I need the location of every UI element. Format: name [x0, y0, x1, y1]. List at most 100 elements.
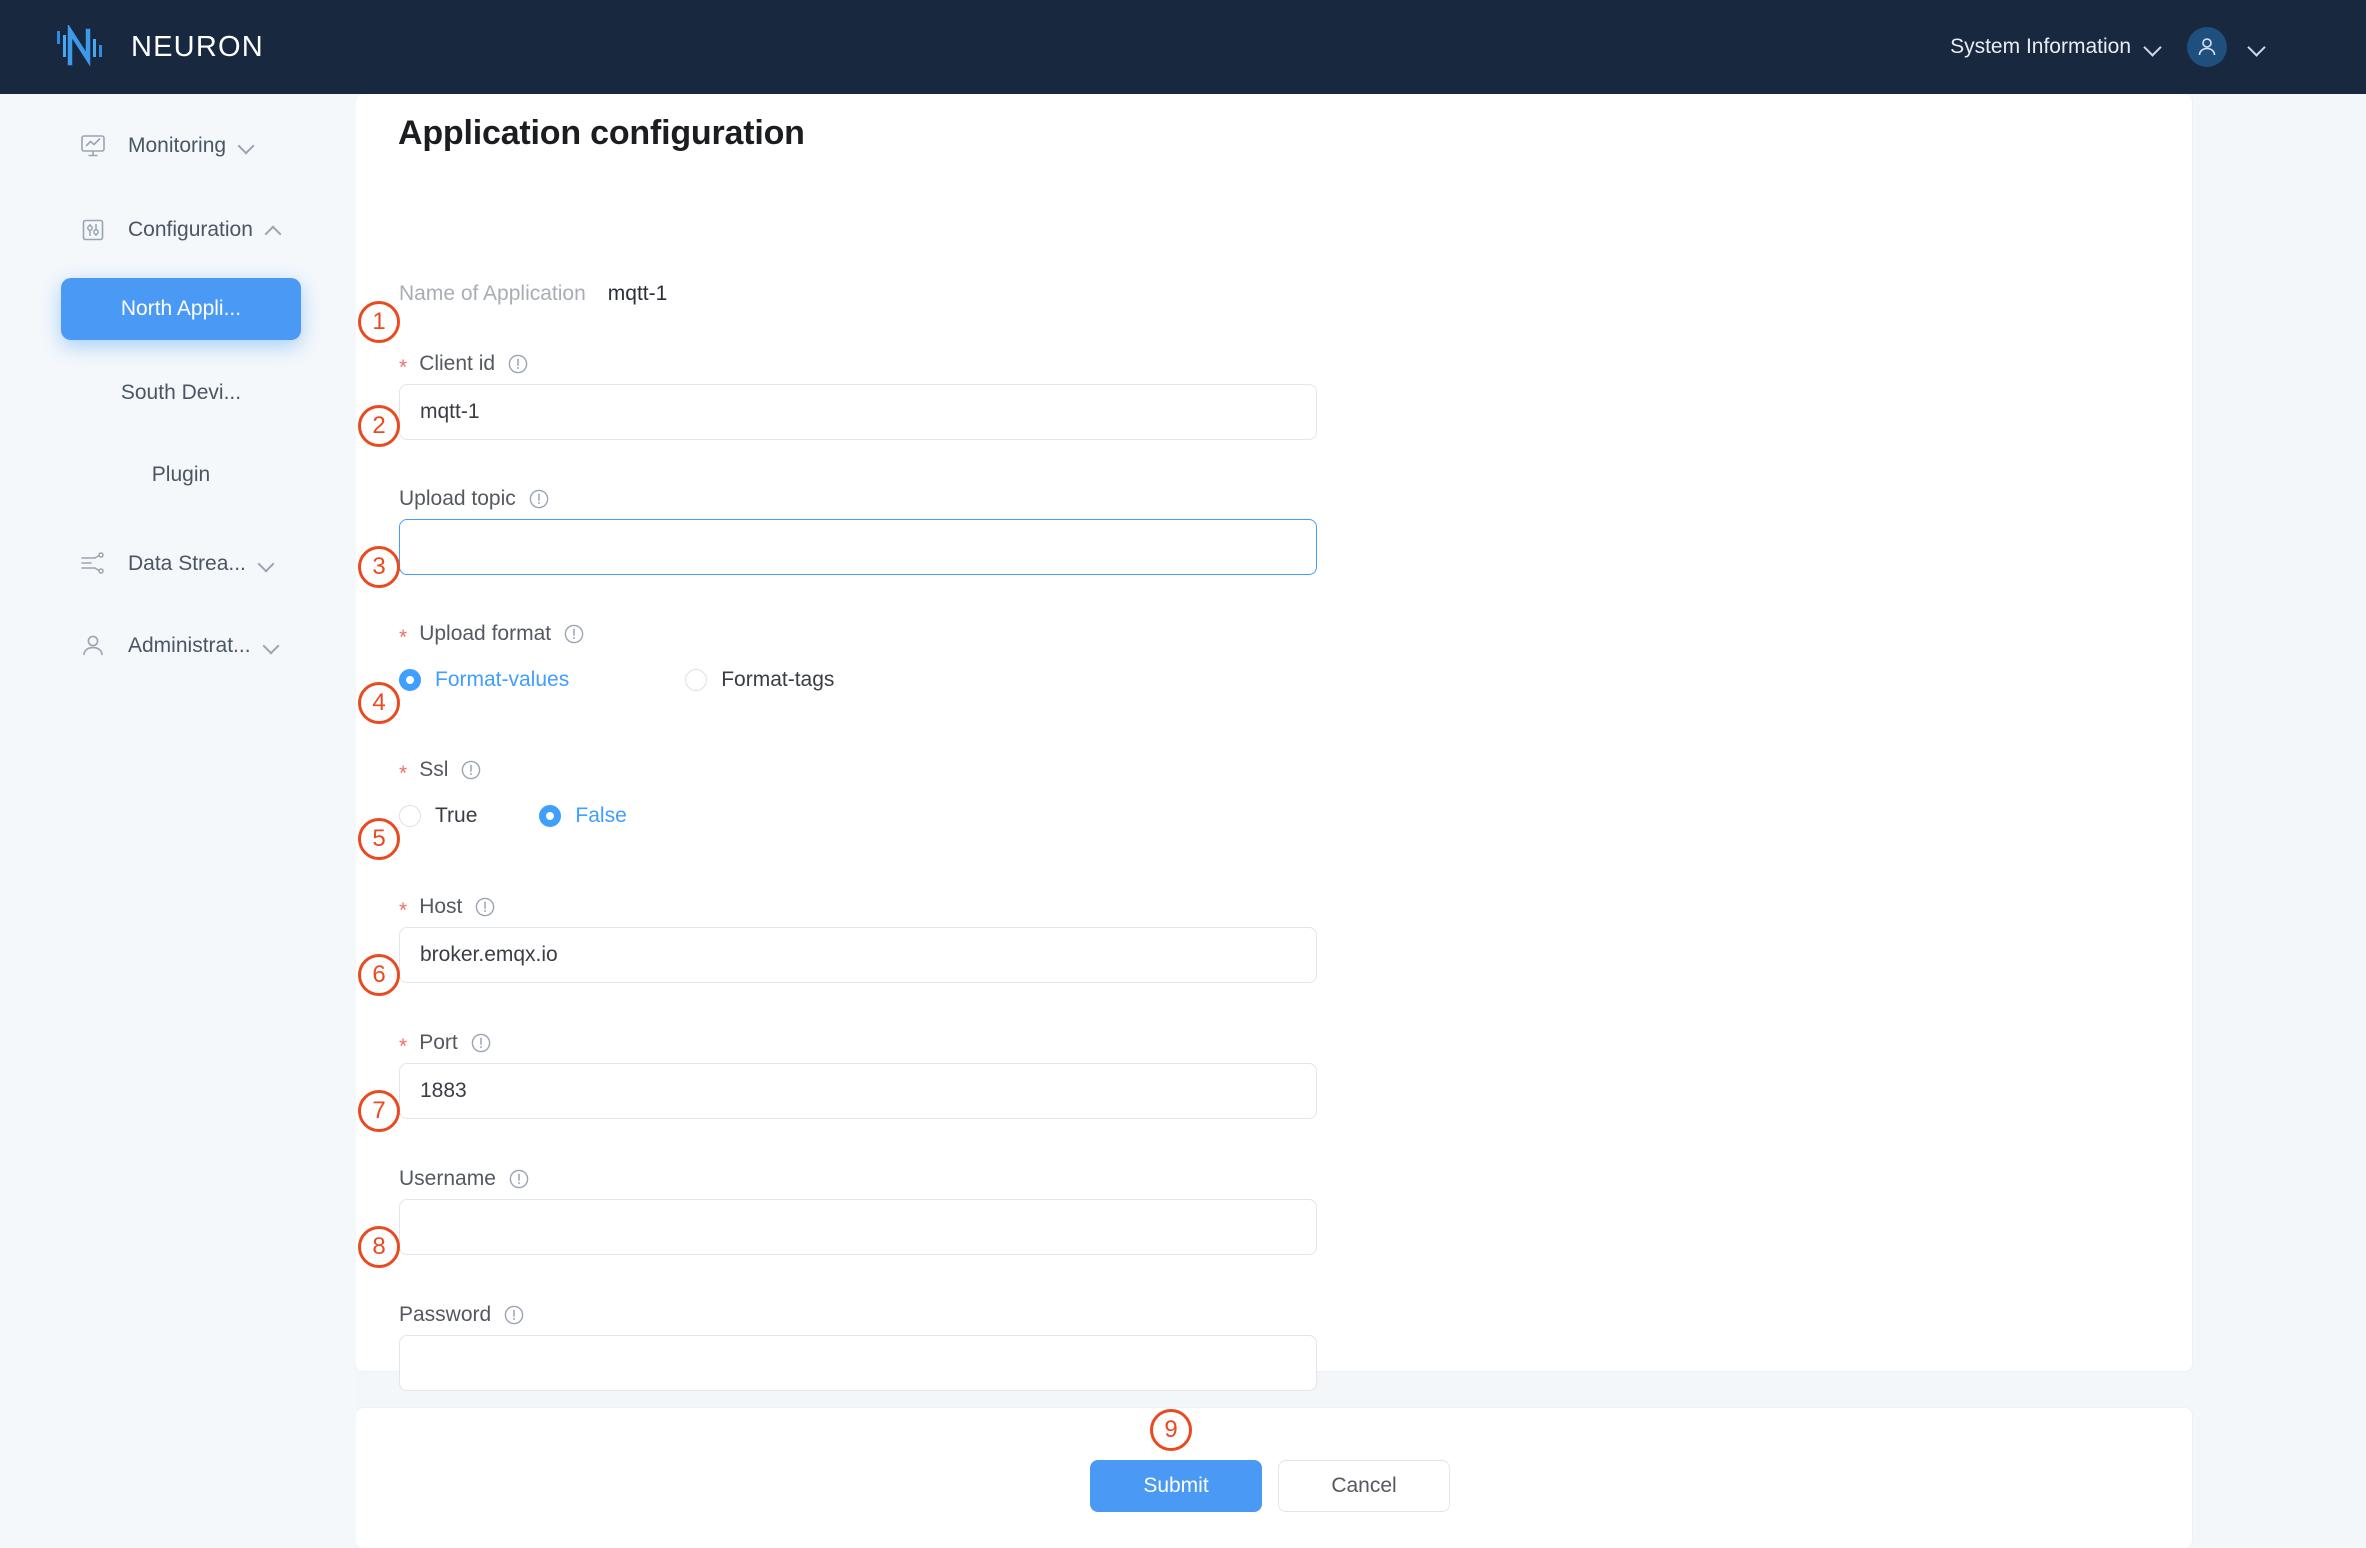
required-marker: * — [399, 625, 408, 649]
info-circle-icon[interactable] — [563, 623, 585, 645]
radio-label: False — [575, 804, 627, 827]
chevron-down-icon — [265, 639, 279, 653]
username-input[interactable] — [399, 1199, 1317, 1255]
sidebar-item-administration[interactable]: Administrat... — [0, 616, 356, 676]
field-label-text: Host — [419, 895, 463, 918]
upload-topic-input[interactable] — [399, 519, 1317, 575]
field-client-id: * Client id mqtt-1 — [399, 352, 1317, 440]
sidebar-item-north-applications[interactable]: North Appli... — [61, 278, 301, 340]
info-circle-icon[interactable] — [508, 1168, 530, 1190]
field-ssl: * Ssl True False — [399, 758, 627, 828]
field-label-text: Ssl — [419, 758, 449, 781]
sidebar-item-data-streaming[interactable]: Data Strea... — [0, 534, 356, 594]
sidebar-item-label: Monitoring — [128, 134, 227, 157]
top-header-bar: NEURON System Information — [0, 0, 2366, 94]
sidebar-item-south-devices[interactable]: South Devi... — [61, 362, 301, 424]
sidebar-nav: Monitoring Configuration North Appli... … — [0, 94, 356, 1548]
avatar — [2187, 27, 2227, 67]
info-circle-icon[interactable] — [528, 488, 550, 510]
sidebar-item-monitoring[interactable]: Monitoring — [0, 116, 356, 176]
username-label-row: Username — [399, 1167, 1317, 1191]
upload-topic-label-row: Upload topic — [399, 487, 1317, 511]
chevron-down-icon — [2145, 39, 2161, 55]
required-marker: * — [399, 355, 408, 379]
sidebar-subitem-label: North Appli... — [120, 297, 242, 320]
radio-format-values[interactable]: Format-values — [399, 668, 569, 692]
sidebar-item-plugin[interactable]: Plugin — [61, 444, 301, 506]
info-circle-icon[interactable] — [470, 1032, 492, 1054]
field-label-text: Upload format — [419, 622, 552, 645]
radio-label: Format-tags — [721, 668, 835, 691]
field-port: * Port 1883 — [399, 1031, 1317, 1119]
system-information-menu[interactable]: System Information — [1950, 35, 2161, 59]
user-menu[interactable] — [2187, 27, 2265, 67]
sliders-icon — [78, 215, 108, 245]
chevron-down-icon — [2249, 39, 2265, 55]
application-name-value: mqtt-1 — [607, 282, 668, 305]
radio-dot-icon — [399, 669, 421, 691]
host-input[interactable]: broker.emqx.io — [399, 927, 1317, 983]
sidebar-subitem-label: Plugin — [151, 463, 211, 486]
main-content: Application configuration Name of Applic… — [356, 94, 2366, 1548]
host-label-row: * Host — [399, 895, 1317, 922]
form-action-bar: Submit Cancel — [356, 1407, 2193, 1548]
radio-format-tags[interactable]: Format-tags — [685, 668, 834, 692]
password-input[interactable] — [399, 1335, 1317, 1391]
header-right-cluster: System Information — [1950, 27, 2330, 67]
required-marker: * — [399, 898, 408, 922]
application-name-label: Name of Application — [399, 282, 586, 305]
application-name-row: Name of Application mqtt-1 — [399, 282, 667, 306]
info-circle-icon[interactable] — [507, 353, 529, 375]
application-root: NEURON System Information Monitoring Con… — [0, 0, 2366, 1548]
sidebar-item-configuration[interactable]: Configuration — [0, 200, 356, 260]
field-host: * Host broker.emqx.io — [399, 895, 1317, 983]
field-password: Password — [399, 1303, 1317, 1391]
radio-dot-icon — [399, 805, 421, 827]
cancel-button[interactable]: Cancel — [1278, 1460, 1450, 1512]
field-label-text: Upload topic — [399, 487, 516, 510]
ssl-label-row: * Ssl — [399, 758, 627, 785]
field-label-text: Password — [399, 1303, 492, 1326]
client-id-input[interactable]: mqtt-1 — [399, 384, 1317, 440]
info-circle-icon[interactable] — [474, 896, 496, 918]
client-id-label-row: * Client id — [399, 352, 1317, 379]
radio-dot-icon — [685, 669, 708, 691]
client-id-input-value: mqtt-1 — [420, 400, 480, 423]
brand-name-text: NEURON — [131, 30, 264, 63]
sidebar-item-label: Configuration — [128, 218, 253, 241]
submit-button-label: Submit — [1143, 1474, 1209, 1497]
radio-label: True — [435, 804, 478, 827]
required-marker: * — [399, 1034, 408, 1058]
required-marker: * — [399, 761, 408, 785]
upload-format-radio-group: Format-values Format-tags — [399, 668, 834, 692]
field-username: Username — [399, 1167, 1317, 1255]
field-label-text: Port — [419, 1031, 458, 1054]
port-label-row: * Port — [399, 1031, 1317, 1058]
action-buttons: Submit Cancel — [1090, 1460, 1450, 1512]
sidebar-subitem-label: South Devi... — [120, 381, 242, 404]
ssl-radio-group: True False — [399, 804, 627, 828]
port-input[interactable]: 1883 — [399, 1063, 1317, 1119]
port-input-value: 1883 — [420, 1079, 467, 1102]
user-icon — [78, 631, 108, 661]
system-information-label: System Information — [1950, 35, 2131, 58]
page-title: Application configuration — [398, 114, 805, 152]
sidebar-item-label: Administrat... — [128, 634, 251, 657]
monitor-chart-icon — [78, 131, 108, 161]
application-configuration-form-card: Application configuration Name of Applic… — [356, 94, 2193, 1391]
host-input-value: broker.emqx.io — [420, 943, 558, 966]
sidebar-item-label: Data Strea... — [128, 552, 246, 575]
chevron-down-icon — [240, 139, 254, 153]
field-upload-topic: Upload topic — [399, 487, 1317, 575]
neuron-logo-icon — [55, 23, 109, 69]
cancel-button-label: Cancel — [1331, 1474, 1397, 1497]
submit-button[interactable]: Submit — [1090, 1460, 1262, 1512]
data-stream-icon — [78, 549, 108, 579]
field-upload-format: * Upload format Format-values Format-tag… — [399, 622, 834, 692]
radio-ssl-true[interactable]: True — [399, 804, 477, 828]
upload-format-label-row: * Upload format — [399, 622, 834, 649]
info-circle-icon[interactable] — [460, 759, 482, 781]
brand-logo[interactable]: NEURON — [55, 23, 264, 69]
radio-ssl-false[interactable]: False — [539, 804, 627, 828]
info-circle-icon[interactable] — [503, 1304, 525, 1326]
